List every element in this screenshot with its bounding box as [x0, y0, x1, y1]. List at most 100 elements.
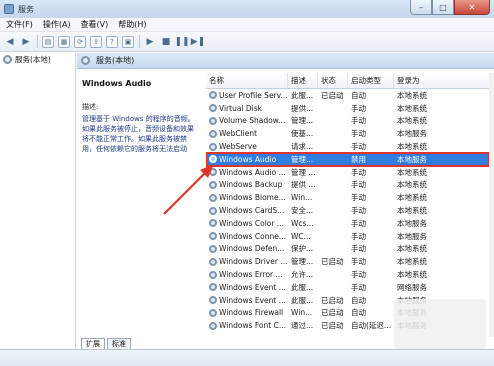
export-icon[interactable]: ⇪ — [90, 35, 102, 48]
tab-extended[interactable]: 扩展 — [81, 338, 105, 349]
service-startup-type-text: 禁用 — [351, 154, 366, 164]
service-status-text: 已启动 — [321, 257, 344, 267]
services-list: 名称 描述 状态 启动类型 登录为 User Profile Serv... 此服… — [206, 73, 489, 337]
tab-standard[interactable]: 标准 — [107, 338, 131, 349]
service-name: Windows Event ... — [206, 294, 288, 307]
service-row[interactable]: Windows Driver ... 管理... 已启动 手动 本地系统 — [206, 255, 489, 268]
service-log-on-as-text: 本地系统 — [397, 103, 427, 113]
service-row[interactable]: Windows Color ... Wcs... 手动 本地服务 — [206, 217, 489, 230]
service-startup-type-text: 手动 — [351, 257, 366, 267]
service-startup-type-text: 手动 — [351, 129, 366, 139]
service-status — [318, 102, 348, 115]
service-log-on-as-text: 本地系统 — [397, 244, 427, 254]
service-description-text: 通过... — [291, 321, 314, 331]
service-description-text: 提供... — [291, 103, 314, 113]
service-description: 请求... — [288, 140, 318, 153]
service-description-text: 提供 ... — [291, 180, 316, 190]
show-tree-icon[interactable]: ▤ — [42, 35, 54, 48]
refresh-icon[interactable]: ⟳ — [74, 35, 86, 48]
service-log-on-as-text: 本地系统 — [397, 180, 427, 190]
service-startup-type-text: 手动 — [351, 180, 366, 190]
service-name-text: Windows Event ... — [219, 282, 286, 292]
service-description: Win... — [288, 307, 318, 320]
gear-icon — [209, 232, 217, 241]
column-header-name[interactable]: 名称 — [206, 73, 288, 88]
restart-service-icon[interactable]: ▶❚ — [191, 36, 205, 48]
service-startup-type: 手动 — [348, 127, 394, 140]
service-row[interactable]: Windows Defen... 保护... 手动 本地系统 — [206, 243, 489, 256]
help-icon[interactable]: ? — [106, 35, 118, 48]
column-header-startup-type[interactable]: 启动类型 — [348, 73, 394, 88]
toolbar-separator — [139, 35, 140, 48]
service-description-text: Win... — [291, 193, 313, 203]
stop-service-icon[interactable]: ■ — [160, 36, 172, 48]
service-name-text: Windows Biome... — [219, 193, 286, 203]
menu-action[interactable]: 操作(A) — [43, 19, 71, 30]
gear-icon — [209, 270, 217, 279]
service-startup-type: 手动 — [348, 140, 394, 153]
console-icon[interactable]: ▣ — [122, 35, 134, 48]
service-name: Volume Shadow... — [206, 115, 288, 128]
service-name: Windows Firewall — [206, 307, 288, 320]
service-description: 管理... — [288, 153, 318, 166]
description-text: 管理基于 Windows 的程序的音频。如果此服务被停止，音频设备和效果将不能正… — [82, 115, 195, 153]
column-header-status[interactable]: 状态 — [318, 73, 348, 88]
service-row[interactable]: WebServe 请求... 手动 本地系统 — [206, 140, 489, 153]
service-row[interactable]: Windows Audio ... 管理 ... 手动 本地系统 — [206, 166, 489, 179]
service-name-text: Windows CardS... — [219, 206, 285, 216]
menu-help[interactable]: 帮助(H) — [118, 19, 146, 30]
service-row[interactable]: Windows Backup 提供 ... 手动 本地系统 — [206, 179, 489, 192]
service-log-on-as: 本地系统 — [394, 191, 489, 204]
service-name-text: Windows Audio — [219, 154, 277, 164]
service-row[interactable]: Windows Conne... WC... 手动 本地服务 — [206, 230, 489, 243]
back-icon[interactable]: ◀ — [4, 36, 16, 48]
annotation-arrow — [163, 164, 214, 215]
service-startup-type: 自动 — [348, 294, 394, 307]
service-row[interactable]: Virtual Disk 提供... 手动 本地系统 — [206, 102, 489, 115]
minimize-button[interactable]: – — [410, 0, 432, 15]
vertical-scrollbar[interactable] — [489, 73, 494, 337]
service-row[interactable]: Windows Event ... 此服... 手动 网络服务 — [206, 281, 489, 294]
service-startup-type-text: 手动 — [351, 116, 366, 126]
forward-icon[interactable]: ▶ — [20, 36, 32, 48]
toolbar-separator — [37, 35, 38, 48]
service-title: Windows Audio — [82, 79, 152, 88]
service-startup-type: 自动 — [348, 307, 394, 320]
service-row[interactable]: Windows Biome... Win... 手动 本地系统 — [206, 191, 489, 204]
service-row[interactable]: Windows CardS... 安全... 手动 本地系统 — [206, 204, 489, 217]
gear-icon — [209, 219, 217, 228]
tree-item-label: 服务(本地) — [15, 55, 51, 64]
service-description: 保护... — [288, 243, 318, 256]
tree-item-services-local[interactable]: 服务(本地) — [0, 53, 75, 66]
column-header-description[interactable]: 描述 — [288, 73, 318, 88]
column-header-log-on-as[interactable]: 登录为 — [394, 73, 489, 88]
service-startup-type-text: 自动(延迟... — [351, 321, 392, 331]
service-row[interactable]: WebClient 使基... 手动 本地服务 — [206, 127, 489, 140]
console-tree: 服务(本地) — [0, 53, 76, 366]
service-description-text: 保护... — [291, 244, 314, 254]
service-row[interactable]: Volume Shadow... 管理... 手动 本地系统 — [206, 115, 489, 128]
service-row[interactable]: Windows Audio 管理... 禁用 本地服务 — [206, 152, 489, 167]
properties-icon[interactable]: ▦ — [58, 35, 70, 48]
gear-icon — [209, 91, 217, 100]
menu-view[interactable]: 查看(V) — [81, 19, 109, 30]
service-description: 提供 ... — [288, 179, 318, 192]
service-row[interactable]: Windows Error ... 允许... 手动 本地系统 — [206, 268, 489, 281]
service-startup-type-text: 手动 — [351, 167, 366, 177]
service-status-text: 已启动 — [321, 90, 344, 100]
service-log-on-as-text: 本地系统 — [397, 90, 427, 100]
service-log-on-as: 网络服务 — [394, 281, 489, 294]
service-log-on-as-text: 本地系统 — [397, 257, 427, 267]
service-description: Wcs... — [288, 217, 318, 230]
pause-service-icon[interactable]: ❚❚ — [174, 36, 189, 48]
service-startup-type: 手动 — [348, 230, 394, 243]
close-button[interactable]: ✕ — [454, 0, 490, 15]
service-row[interactable]: User Profile Serv... 此服... 已启动 自动 本地系统 — [206, 89, 489, 102]
service-log-on-as: 本地系统 — [394, 243, 489, 256]
service-name: Windows Backup — [206, 179, 288, 192]
maximize-button[interactable]: □ — [432, 0, 454, 15]
start-service-icon[interactable]: ▶ — [144, 36, 156, 48]
service-status — [318, 166, 348, 179]
service-status — [318, 153, 348, 166]
menu-file[interactable]: 文件(F) — [6, 19, 33, 30]
